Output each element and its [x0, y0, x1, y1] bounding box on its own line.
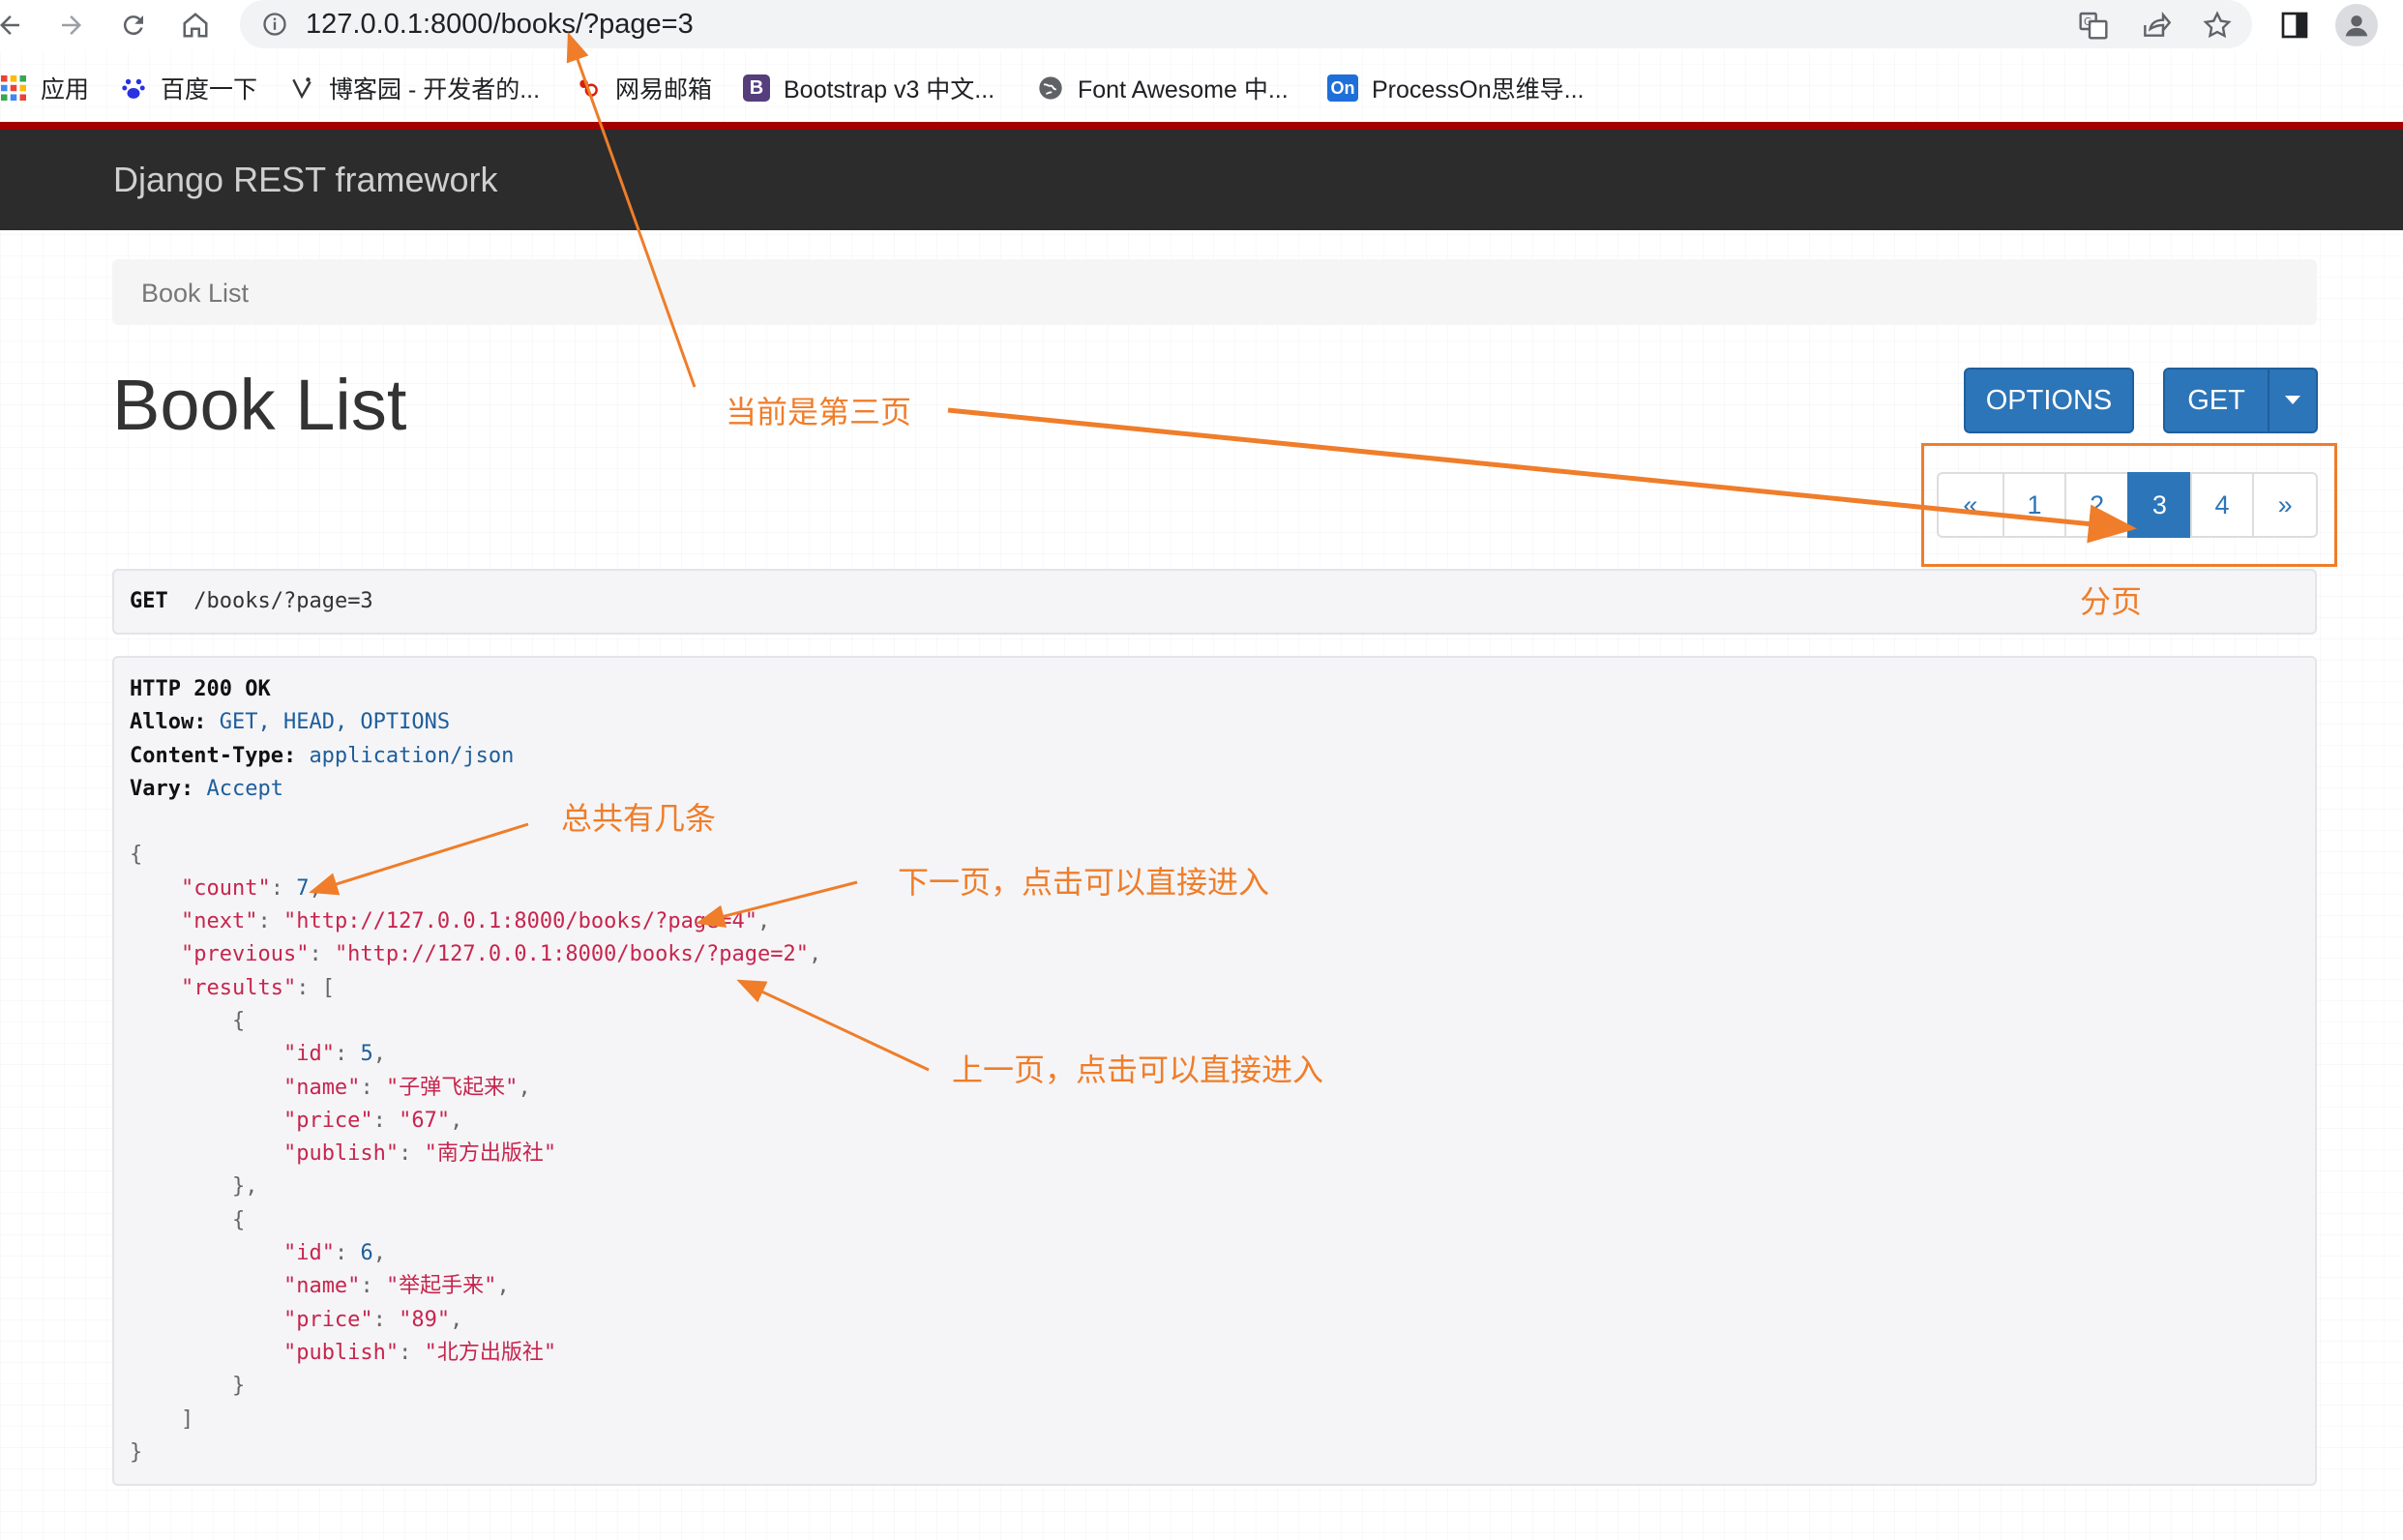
annotation-current-page: 当前是第三页 [726, 394, 912, 430]
arrow-to-url [566, 32, 697, 388]
arrow-to-count [309, 822, 529, 896]
arrow-to-page-3 [947, 407, 2137, 544]
annotation-arrows [309, 32, 2137, 1072]
annotation-total-count: 总共有几条 [561, 800, 717, 837]
annotation-pagination: 分页 [2080, 583, 2143, 620]
arrow-to-next [696, 880, 858, 928]
annotation-previous-page: 上一页，点击可以直接进入 [952, 1051, 1324, 1088]
annotation-next-page: 下一页，点击可以直接进入 [898, 864, 1270, 901]
arrow-to-previous [736, 979, 930, 1072]
